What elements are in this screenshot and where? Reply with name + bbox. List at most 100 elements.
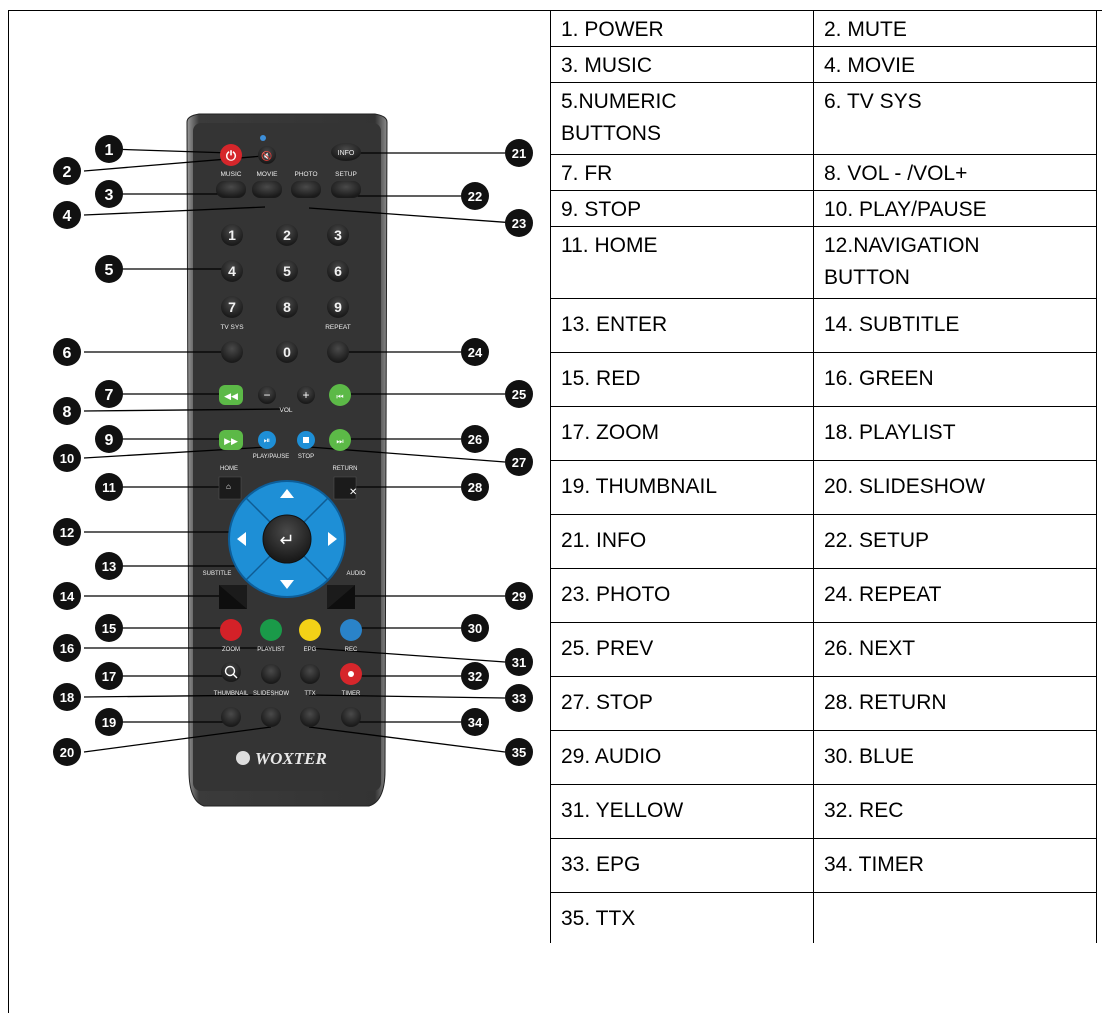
- callout-number: 12: [60, 525, 74, 540]
- legend-row: 17. ZOOM 18. PLAYLIST: [550, 406, 1097, 461]
- legend-cell: 31. YELLOW: [550, 784, 814, 839]
- callout-number: 32: [468, 669, 482, 684]
- legend-cell: 4. MOVIE: [813, 46, 1097, 83]
- legend-cell: 20. SLIDESHOW: [813, 460, 1097, 515]
- rewind-icon: ◀◀: [224, 391, 238, 401]
- led-indicator: [260, 135, 266, 141]
- enter-icon: ↵: [279, 530, 294, 550]
- legend-cell: 35. TTX: [550, 892, 814, 943]
- epg-button[interactable]: [300, 664, 320, 684]
- legend-cell: 29. AUDIO: [550, 730, 814, 785]
- red-button[interactable]: [220, 619, 242, 641]
- info-label: INFO: [338, 150, 355, 157]
- legend-row: 29. AUDIO 30. BLUE: [550, 730, 1097, 785]
- thumbnail-label: THUMBNAIL: [214, 691, 249, 697]
- remote-diagram: ⏻ 🔇 INFO MUSIC MOVIE PHOTO SETUP 1 2 3 4…: [53, 113, 533, 807]
- callout-number: 29: [512, 589, 526, 604]
- callout-number: 4: [63, 208, 72, 225]
- slideshow-label: SLIDESHOW: [253, 691, 289, 697]
- legend-row: 9. STOP 10. PLAY/PAUSE: [550, 190, 1097, 227]
- digit-label: 8: [283, 299, 291, 315]
- legend-row: 21. INFO 22. SETUP: [550, 514, 1097, 569]
- callout-number: 5: [105, 262, 114, 279]
- movie-button[interactable]: [252, 181, 282, 198]
- digit-label: 4: [228, 263, 236, 279]
- thumbnail-button[interactable]: [221, 707, 241, 727]
- legend-cell: 13. ENTER: [550, 298, 814, 353]
- callout-number: 2: [63, 164, 72, 181]
- green-button[interactable]: [260, 619, 282, 641]
- callout-number: 24: [468, 345, 483, 360]
- digit-label: 3: [334, 227, 342, 243]
- legend-row: 23. PHOTO 24. REPEAT: [550, 568, 1097, 623]
- zoom-button[interactable]: [221, 662, 241, 682]
- playlist-button[interactable]: [261, 664, 281, 684]
- playpause-label: PLAY/PAUSE: [253, 454, 289, 460]
- legend-row: 3. MUSIC 4. MOVIE: [550, 46, 1097, 83]
- setup-label: SETUP: [335, 171, 357, 178]
- slideshow-button[interactable]: [261, 707, 281, 727]
- legend-cell: 11. HOME: [550, 226, 814, 299]
- brand-logo-icon: [236, 751, 250, 765]
- audio-label: AUDIO: [346, 571, 365, 577]
- setup-button[interactable]: [331, 181, 361, 198]
- return-label: RETURN: [333, 466, 358, 472]
- rec-icon: [348, 671, 354, 677]
- legend-cell: 26. NEXT: [813, 622, 1097, 677]
- music-label: MUSIC: [221, 171, 242, 178]
- repeat-button[interactable]: [327, 341, 349, 363]
- brand-name: WOXTER: [255, 749, 327, 768]
- legend-row: 7. FR 8. VOL - /VOL+: [550, 154, 1097, 191]
- home-label: HOME: [220, 466, 238, 472]
- legend-row: 25. PREV 26. NEXT: [550, 622, 1097, 677]
- legend-row: 11. HOME 12.NAVIGATION BUTTON: [550, 226, 1097, 299]
- legend-cell: 10. PLAY/PAUSE: [813, 190, 1097, 227]
- callout-number: 17: [102, 669, 116, 684]
- legend-cell: 6. TV SYS: [813, 82, 1097, 155]
- blue-button[interactable]: [340, 619, 362, 641]
- legend-cell: 2. MUTE: [813, 10, 1097, 47]
- callout-number: 7: [105, 387, 114, 404]
- legend-row: 19. THUMBNAIL 20. SLIDESHOW: [550, 460, 1097, 515]
- callout-number: 14: [60, 589, 75, 604]
- legend-cell: 14. SUBTITLE: [813, 298, 1097, 353]
- photo-label: PHOTO: [295, 171, 318, 178]
- digit-label: 0: [283, 344, 291, 360]
- plus-icon: +: [302, 388, 309, 402]
- legend-cell: 21. INFO: [550, 514, 814, 569]
- music-button[interactable]: [216, 181, 246, 198]
- timer-button[interactable]: [341, 707, 361, 727]
- repeat-label: REPEAT: [325, 324, 351, 331]
- callout-number: 30: [468, 621, 482, 636]
- callout-number: 26: [468, 432, 482, 447]
- photo-button[interactable]: [291, 181, 321, 198]
- callout-number: 20: [60, 745, 74, 760]
- callout-number: 15: [102, 621, 116, 636]
- timer-label: TIMER: [342, 691, 361, 697]
- digit-label: 7: [228, 299, 236, 315]
- legend-row: 15. RED 16. GREEN: [550, 352, 1097, 407]
- legend-row: 5.NUMERIC BUTTONS 6. TV SYS: [550, 82, 1097, 155]
- minus-icon: −: [263, 388, 270, 402]
- tvsys-button[interactable]: [221, 341, 243, 363]
- callout-number: 27: [512, 455, 526, 470]
- legend-cell: 28. RETURN: [813, 676, 1097, 731]
- legend-cell: 19. THUMBNAIL: [550, 460, 814, 515]
- legend-cell: 8. VOL - /VOL+: [813, 154, 1097, 191]
- movie-label: MOVIE: [257, 171, 279, 178]
- rec-label: REC: [345, 647, 358, 653]
- playlist-label: PLAYLIST: [257, 647, 285, 653]
- stop-label: STOP: [298, 454, 314, 460]
- legend-row: 27. STOP 28. RETURN: [550, 676, 1097, 731]
- zoom-label: ZOOM: [222, 647, 240, 653]
- legend-cell: 15. RED: [550, 352, 814, 407]
- yellow-button[interactable]: [299, 619, 321, 641]
- callout-number: 8: [63, 404, 72, 421]
- legend-cell: 23. PHOTO: [550, 568, 814, 623]
- legend-cell: 34. TIMER: [813, 838, 1097, 893]
- legend-cell: 9. STOP: [550, 190, 814, 227]
- ttx-button[interactable]: [300, 707, 320, 727]
- callout-number: 3: [105, 187, 114, 204]
- callout-number: 6: [63, 345, 72, 362]
- legend-cell: 3. MUSIC: [550, 46, 814, 83]
